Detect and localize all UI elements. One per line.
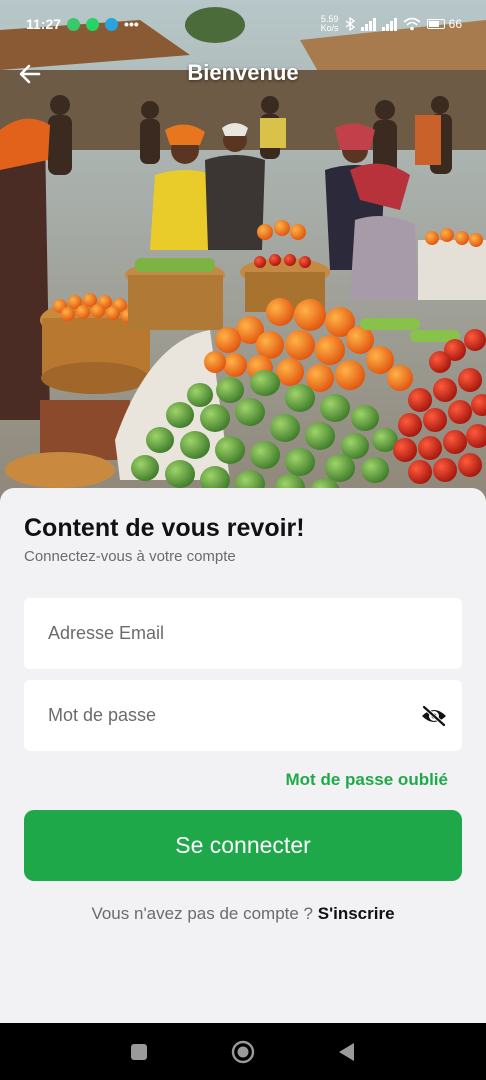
login-sheet: Content de vous revoir! Connectez-vous à…: [0, 488, 486, 1023]
system-nav-bar: [0, 1023, 486, 1080]
system-back-button[interactable]: [332, 1037, 362, 1067]
status-left: 11:27 •••: [26, 16, 139, 32]
status-bar: 11:27 ••• 5.59 Ko/s 66: [0, 0, 486, 48]
signal-icon-2: [381, 17, 397, 31]
forgot-password-link[interactable]: Mot de passe oublié: [286, 770, 448, 790]
login-button[interactable]: Se connecter: [24, 810, 462, 881]
messenger-icon: [67, 17, 81, 31]
eye-off-icon: [422, 705, 446, 727]
wifi-icon: [403, 17, 421, 31]
app-bar: Bienvenue: [0, 52, 486, 98]
email-input[interactable]: [24, 598, 462, 669]
page-title: Bienvenue: [187, 60, 299, 85]
signup-row: Vous n'avez pas de compte ? S'inscrire: [0, 904, 486, 924]
battery-level: 66: [448, 17, 462, 31]
telegram-icon: [105, 17, 119, 31]
signup-prompt: Vous n'avez pas de compte ?: [91, 904, 318, 923]
welcome-subtitle: Connectez-vous à votre compte: [24, 548, 236, 565]
whatsapp-icon: [86, 17, 100, 31]
network-speed: 5.59 Ko/s: [321, 15, 339, 33]
status-time: 11:27: [26, 16, 62, 32]
home-icon: [231, 1040, 255, 1064]
email-field: [24, 598, 462, 669]
password-visibility-toggle[interactable]: [420, 702, 448, 730]
bluetooth-icon: [345, 17, 355, 31]
more-notifications-icon: •••: [124, 16, 139, 32]
welcome-title: Content de vous revoir!: [24, 514, 305, 542]
recents-icon: [131, 1044, 147, 1060]
password-field: [24, 680, 462, 751]
recents-button[interactable]: [124, 1037, 154, 1067]
battery-icon: [426, 19, 445, 29]
signal-icon: [360, 17, 376, 31]
network-speed-unit: Ko/s: [320, 23, 339, 33]
home-button[interactable]: [228, 1037, 258, 1067]
password-input[interactable]: [24, 680, 462, 751]
battery-indicator: 66: [426, 17, 462, 31]
back-triangle-icon: [339, 1043, 354, 1061]
hero-market-image: 11:27 ••• 5.59 Ko/s 66 Bienvenue: [0, 0, 486, 510]
status-right: 5.59 Ko/s 66: [321, 15, 462, 33]
signup-link[interactable]: S'inscrire: [318, 904, 395, 923]
